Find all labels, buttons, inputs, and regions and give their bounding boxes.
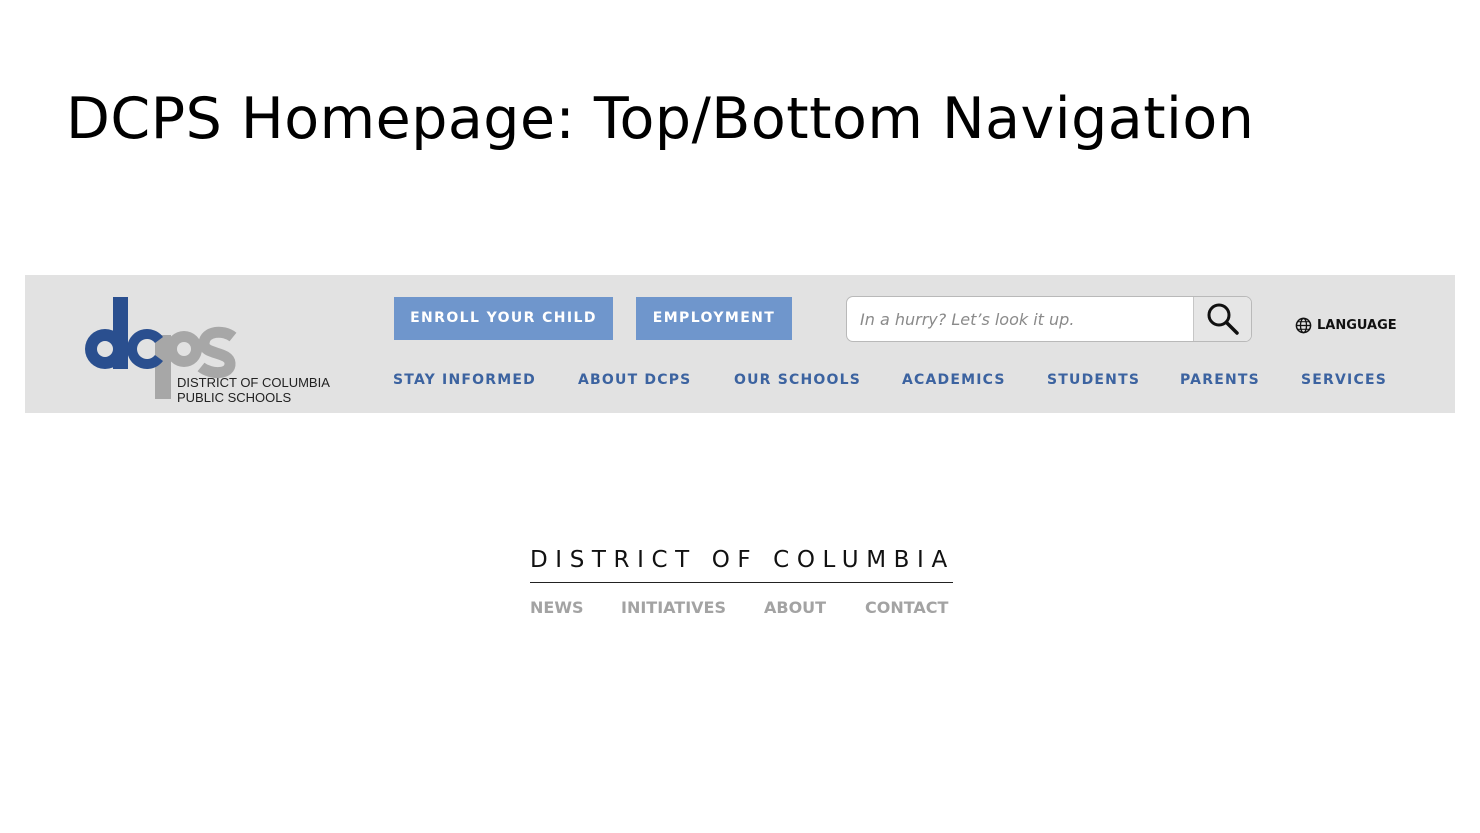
globe-icon (1295, 317, 1312, 334)
language-selector[interactable]: LANGUAGE (1295, 317, 1397, 334)
footer-title: DISTRICT OF COLUMBIA (530, 547, 955, 573)
page-title: DCPS Homepage: Top/Bottom Navigation (66, 86, 1255, 152)
logo-text-line1: DISTRICT OF COLUMBIA (177, 375, 330, 390)
logo-text-line2: PUBLIC SCHOOLS (177, 390, 292, 405)
language-label: LANGUAGE (1317, 318, 1397, 333)
menu-item-academics[interactable]: ACADEMICS (902, 372, 1006, 388)
footer-link-news[interactable]: NEWS (530, 598, 584, 617)
menu-item-services[interactable]: SERVICES (1301, 372, 1387, 388)
menu-item-students[interactable]: STUDENTS (1047, 372, 1140, 388)
footer-link-about[interactable]: ABOUT (764, 598, 826, 617)
footer-link-initiatives[interactable]: INITIATIVES (621, 598, 726, 617)
search-button[interactable] (1193, 297, 1251, 341)
enroll-your-child-button[interactable]: ENROLL YOUR CHILD (394, 297, 613, 340)
dcps-logo[interactable]: DISTRICT OF COLUMBIA PUBLIC SCHOOLS (83, 293, 333, 405)
menu-item-about-dcps[interactable]: ABOUT DCPS (578, 372, 691, 388)
menu-item-our-schools[interactable]: OUR SCHOOLS (734, 372, 861, 388)
search-input[interactable] (847, 297, 1193, 341)
slide: DCPS Homepage: Top/Bottom Navigation DIS… (0, 0, 1480, 833)
footer-links: NEWS INITIATIVES ABOUT CONTACT (530, 598, 970, 618)
logo-text: DISTRICT OF COLUMBIA PUBLIC SCHOOLS (177, 375, 330, 405)
search-icon (1207, 303, 1239, 335)
top-navigation-bar: DISTRICT OF COLUMBIA PUBLIC SCHOOLS ENRO… (25, 275, 1455, 413)
search-box (846, 296, 1252, 342)
footer-divider (530, 582, 953, 583)
menu-item-parents[interactable]: PARENTS (1180, 372, 1260, 388)
footer-link-contact[interactable]: CONTACT (865, 598, 948, 617)
employment-button[interactable]: EMPLOYMENT (636, 297, 792, 340)
main-menu: STAY INFORMED ABOUT DCPS OUR SCHOOLS ACA… (393, 372, 1393, 390)
menu-item-stay-informed[interactable]: STAY INFORMED (393, 372, 536, 388)
